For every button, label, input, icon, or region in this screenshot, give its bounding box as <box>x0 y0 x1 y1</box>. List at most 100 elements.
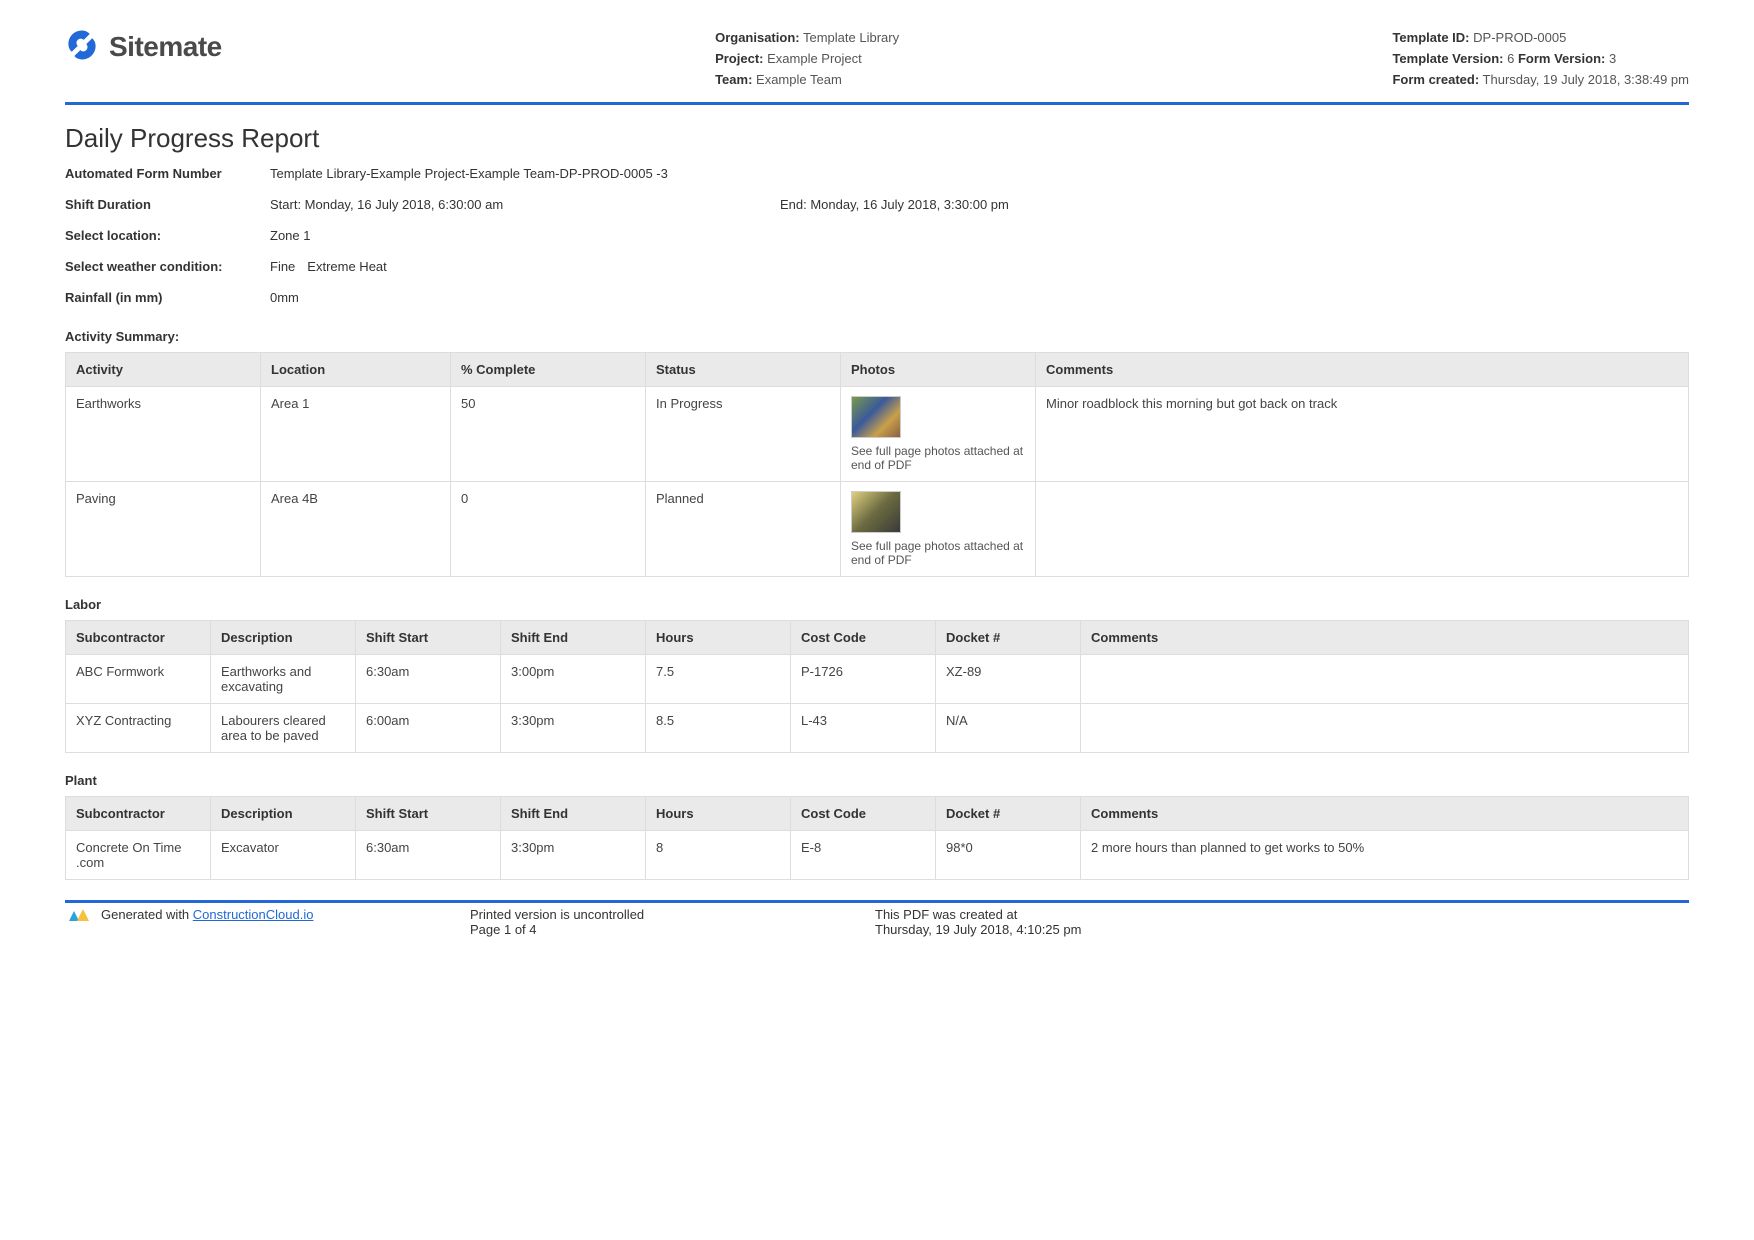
cell-end: 3:00pm <box>501 655 646 704</box>
col-shift-end: Shift End <box>501 621 646 655</box>
team-value: Example Team <box>756 72 842 87</box>
constructioncloud-link[interactable]: ConstructionCloud.io <box>193 907 314 922</box>
cell-cost: P-1726 <box>791 655 936 704</box>
col-shift-start: Shift Start <box>356 797 501 831</box>
footer-created-label: This PDF was created at <box>875 907 1689 922</box>
photo-note: See full page photos attached at end of … <box>851 444 1025 472</box>
weather-value-1: Fine <box>270 259 295 274</box>
form-version-label: Form Version: <box>1518 51 1605 66</box>
footer-created-value: Thursday, 19 July 2018, 4:10:25 pm <box>875 922 1689 937</box>
cell-docket: 98*0 <box>936 831 1081 880</box>
col-comments: Comments <box>1081 621 1689 655</box>
cell-comments: Minor roadblock this morning but got bac… <box>1036 387 1689 482</box>
labor-title: Labor <box>65 597 1689 612</box>
rainfall-label: Rainfall (in mm) <box>65 290 270 305</box>
document-footer: Generated with ConstructionCloud.io Prin… <box>65 900 1689 937</box>
labor-table: Subcontractor Description Shift Start Sh… <box>65 620 1689 753</box>
col-shift-start: Shift Start <box>356 621 501 655</box>
form-created-value: Thursday, 19 July 2018, 3:38:49 pm <box>1483 72 1689 87</box>
cell-activity: Paving <box>66 482 261 577</box>
table-header-row: Activity Location % Complete Status Phot… <box>66 353 1689 387</box>
auto-form-label: Automated Form Number <box>65 166 270 181</box>
cell-cost: E-8 <box>791 831 936 880</box>
cell-desc: Excavator <box>211 831 356 880</box>
cell-end: 3:30pm <box>501 831 646 880</box>
cell-end: 3:30pm <box>501 704 646 753</box>
cell-sub: XYZ Contracting <box>66 704 211 753</box>
table-row: XYZ Contracting Labourers cleared area t… <box>66 704 1689 753</box>
header-meta-left: Organisation: Template Library Project: … <box>715 28 899 90</box>
table-row: Earthworks Area 1 50 In Progress See ful… <box>66 387 1689 482</box>
col-subcontractor: Subcontractor <box>66 621 211 655</box>
photo-thumbnail-icon <box>851 491 901 533</box>
cell-hours: 7.5 <box>646 655 791 704</box>
page-title: Daily Progress Report <box>65 123 1689 154</box>
table-header-row: Subcontractor Description Shift Start Sh… <box>66 797 1689 831</box>
cell-status: In Progress <box>646 387 841 482</box>
document-header: Sitemate Organisation: Template Library … <box>65 28 1689 105</box>
footer-right: This PDF was created at Thursday, 19 Jul… <box>875 907 1689 937</box>
cell-activity: Earthworks <box>66 387 261 482</box>
constructioncloud-icon <box>65 907 95 923</box>
cell-cost: L-43 <box>791 704 936 753</box>
table-header-row: Subcontractor Description Shift Start Sh… <box>66 621 1689 655</box>
cell-status: Planned <box>646 482 841 577</box>
footer-uncontrolled: Printed version is uncontrolled <box>470 907 875 922</box>
cell-hours: 8 <box>646 831 791 880</box>
footer-page: Page 1 of 4 <box>470 922 875 937</box>
col-cost-code: Cost Code <box>791 797 936 831</box>
cell-pct: 0 <box>451 482 646 577</box>
org-label: Organisation: <box>715 30 800 45</box>
col-activity: Activity <box>66 353 261 387</box>
cell-photos: See full page photos attached at end of … <box>841 482 1036 577</box>
org-value: Template Library <box>803 30 899 45</box>
logo-block: Sitemate <box>65 28 222 65</box>
project-label: Project: <box>715 51 763 66</box>
cell-pct: 50 <box>451 387 646 482</box>
col-hours: Hours <box>646 621 791 655</box>
cell-comments: 2 more hours than planned to get works t… <box>1081 831 1689 880</box>
table-row: Paving Area 4B 0 Planned See full page p… <box>66 482 1689 577</box>
cell-docket: XZ-89 <box>936 655 1081 704</box>
col-docket: Docket # <box>936 621 1081 655</box>
cell-location: Area 1 <box>261 387 451 482</box>
col-location: Location <box>261 353 451 387</box>
logo-text: Sitemate <box>109 31 222 63</box>
template-version-label: Template Version: <box>1392 51 1503 66</box>
team-label: Team: <box>715 72 752 87</box>
project-value: Example Project <box>767 51 862 66</box>
footer-generated-prefix: Generated with <box>101 907 193 922</box>
activity-summary-title: Activity Summary: <box>65 329 1689 344</box>
form-version-value: 3 <box>1609 51 1616 66</box>
shift-duration-label: Shift Duration <box>65 197 270 212</box>
cell-comments <box>1081 655 1689 704</box>
weather-value: Fine Extreme Heat <box>270 259 1689 274</box>
col-subcontractor: Subcontractor <box>66 797 211 831</box>
col-description: Description <box>211 621 356 655</box>
col-pct-complete: % Complete <box>451 353 646 387</box>
cell-desc: Labourers cleared area to be paved <box>211 704 356 753</box>
col-docket: Docket # <box>936 797 1081 831</box>
cell-comments <box>1081 704 1689 753</box>
form-created-label: Form created: <box>1392 72 1479 87</box>
table-row: ABC Formwork Earthworks and excavating 6… <box>66 655 1689 704</box>
photo-thumbnail-icon <box>851 396 901 438</box>
plant-title: Plant <box>65 773 1689 788</box>
cell-docket: N/A <box>936 704 1081 753</box>
shift-end: End: Monday, 16 July 2018, 3:30:00 pm <box>780 197 1009 212</box>
cell-hours: 8.5 <box>646 704 791 753</box>
col-comments: Comments <box>1036 353 1689 387</box>
col-hours: Hours <box>646 797 791 831</box>
location-label: Select location: <box>65 228 270 243</box>
plant-table: Subcontractor Description Shift Start Sh… <box>65 796 1689 880</box>
cell-comments <box>1036 482 1689 577</box>
col-shift-end: Shift End <box>501 797 646 831</box>
cell-sub: ABC Formwork <box>66 655 211 704</box>
activity-summary-table: Activity Location % Complete Status Phot… <box>65 352 1689 577</box>
template-id-label: Template ID: <box>1392 30 1469 45</box>
col-photos: Photos <box>841 353 1036 387</box>
footer-generated: Generated with ConstructionCloud.io <box>65 907 470 937</box>
cell-location: Area 4B <box>261 482 451 577</box>
cell-desc: Earthworks and excavating <box>211 655 356 704</box>
weather-value-2: Extreme Heat <box>307 259 386 274</box>
